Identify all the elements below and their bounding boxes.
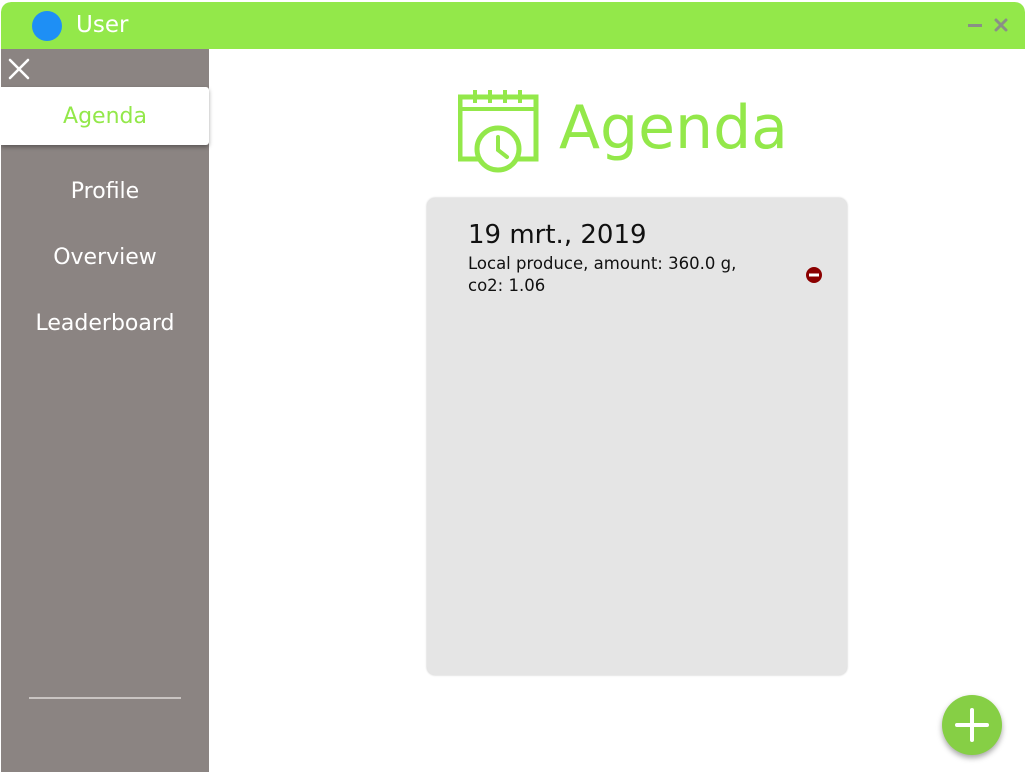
sidebar-item-label: Leaderboard (35, 310, 175, 336)
page-title: Agenda (559, 93, 788, 163)
sidebar-item-label: Overview (53, 244, 157, 270)
plus-icon (955, 708, 989, 742)
close-icon[interactable] (992, 16, 1010, 34)
minimize-icon[interactable] (966, 16, 984, 34)
app-window: User Agenda Profile Overview Leaderboard (1, 2, 1025, 772)
sidebar-item-profile[interactable]: Profile (1, 162, 209, 220)
window-title: User (76, 12, 129, 38)
sidebar-item-label: Agenda (63, 103, 147, 129)
agenda-list: 19 mrt., 2019 Local produce, amount: 360… (427, 198, 847, 675)
calendar-clock-icon (458, 90, 539, 173)
sidebar-divider (29, 697, 181, 699)
entry-description: Local produce, amount: 360.0 g, co2: 1.0… (468, 254, 737, 295)
sidebar-item-agenda[interactable]: Agenda (1, 87, 209, 145)
entry-date: 19 mrt., 2019 (468, 220, 647, 250)
add-entry-button[interactable] (942, 695, 1002, 755)
sidebar-item-leaderboard[interactable]: Leaderboard (1, 294, 209, 352)
sidebar-item-label: Profile (70, 178, 140, 204)
sidebar-item-overview[interactable]: Overview (1, 228, 209, 286)
title-bar[interactable]: User (1, 2, 1025, 49)
sidebar: Agenda Profile Overview Leaderboard (1, 49, 209, 772)
sidebar-close-icon[interactable] (7, 57, 31, 81)
app-icon (32, 11, 62, 41)
remove-entry-icon[interactable] (805, 266, 823, 284)
